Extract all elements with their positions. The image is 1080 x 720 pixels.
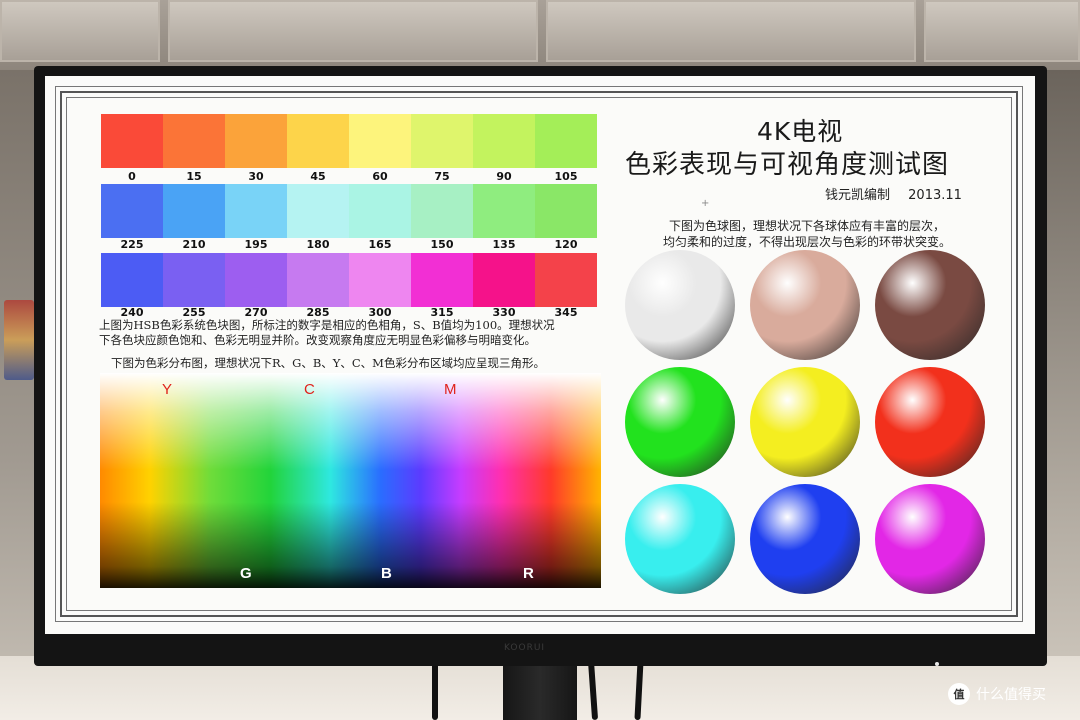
power-led — [935, 662, 939, 666]
skin-sphere — [750, 250, 860, 360]
distribution-label-b: B — [381, 565, 392, 582]
hue-swatch — [473, 184, 535, 238]
hue-angle-label: 90 — [496, 170, 512, 183]
distribution-description: 下图为色彩分布图，理想状况下R、G、B、Y、C、M色彩分布区域均应呈现三角形。 — [111, 356, 545, 370]
cyan-sphere — [625, 484, 735, 594]
chart-title-line2: 色彩表现与可视角度测试图 — [625, 150, 950, 180]
author-name: 钱元凯编制 — [825, 188, 891, 203]
hue-swatch — [163, 253, 225, 307]
distribution-label-r: R — [523, 565, 534, 582]
hue-swatch — [287, 253, 349, 307]
hue-swatch — [225, 114, 287, 168]
hue-swatch — [101, 184, 163, 238]
hue-swatch — [535, 114, 597, 168]
background-cabinet — [924, 0, 1080, 62]
hue-angle-label: 165 — [368, 238, 392, 251]
monitor: 0 15 30 45 60 75 90 105 225 210 195 180 165 150 135 12… — [34, 66, 1047, 666]
chart-date: 2013.11 — [908, 188, 962, 203]
hue-angle-label: 105 — [554, 170, 578, 183]
monitor-brand: KOORUI — [504, 643, 546, 653]
hue-angle-label: 15 — [186, 170, 202, 183]
white-sphere — [625, 250, 735, 360]
hue-swatch — [349, 114, 411, 168]
hue-angle-label: 180 — [306, 238, 330, 251]
hue-row-1 — [101, 114, 597, 168]
chart-title-line1: 4K电视 — [757, 117, 844, 146]
hue-swatch — [287, 184, 349, 238]
yellow-sphere — [750, 367, 860, 477]
distribution-label-g: G — [240, 565, 252, 582]
background-wall — [0, 0, 1080, 70]
hue-row-2 — [101, 184, 597, 238]
background-cabinet — [0, 0, 160, 62]
hue-swatch — [163, 114, 225, 168]
author-line: 钱元凯编制 2013.11 — [825, 184, 962, 203]
hue-swatch — [473, 114, 535, 168]
hue-angle-label: 75 — [434, 170, 450, 183]
green-sphere — [625, 367, 735, 477]
hue-angle-label: 195 — [244, 238, 268, 251]
background-toy — [4, 300, 34, 380]
hue-swatch — [411, 253, 473, 307]
monitor-cable — [432, 660, 438, 720]
background-cabinet — [168, 0, 538, 62]
magenta-sphere — [875, 484, 985, 594]
hue-angle-label: 135 — [492, 238, 516, 251]
red-sphere — [875, 367, 985, 477]
hue-swatch — [535, 253, 597, 307]
hue-angle-label: 45 — [310, 170, 326, 183]
hue-swatch — [411, 114, 473, 168]
hue-labels-1: 0 15 30 45 60 75 90 105 — [101, 170, 597, 183]
hue-swatch — [473, 253, 535, 307]
hsb-description-line2: 下各色块应颜色饱和、色彩无明显并阶。改变观察角度应无明显色彩偏移与明暗变化。 — [99, 333, 536, 347]
hue-swatch — [163, 184, 225, 238]
sphere-description-line1: 下图为色球图，理想状况下各球体应有丰富的层次， — [668, 219, 945, 233]
sphere-description-line2: 均匀柔和的过度，不得出现层次与色彩的环带状突变。 — [662, 235, 951, 249]
hue-swatch — [225, 184, 287, 238]
hue-angle-label: 30 — [248, 170, 264, 183]
hue-angle-label: 120 — [554, 238, 578, 251]
background-cabinet — [546, 0, 916, 62]
color-distribution-chart: Y C M G B R — [100, 373, 601, 588]
distribution-label-m: M — [444, 381, 457, 398]
watermark-logo-icon: 值 — [948, 683, 970, 705]
hue-labels-2: 225 210 195 180 165 150 135 120 — [101, 238, 597, 251]
hue-swatch — [225, 253, 287, 307]
hue-swatch — [411, 184, 473, 238]
hue-angle-label: 60 — [372, 170, 388, 183]
test-chart-screen: 0 15 30 45 60 75 90 105 225 210 195 180 165 150 135 12… — [45, 76, 1035, 634]
hue-angle-label: 150 — [430, 238, 454, 251]
hsb-description-line1: 上图为HSB色彩系统色块图，所标注的数字是相应的色相角，S、B值均为100。理想… — [99, 318, 555, 332]
background-left — [0, 70, 36, 720]
distribution-label-y: Y — [162, 381, 173, 398]
hue-swatch — [101, 253, 163, 307]
background-right — [1046, 70, 1080, 720]
crosshair-icon: + — [701, 198, 710, 209]
hue-swatch — [101, 114, 163, 168]
hue-angle-label: 210 — [182, 238, 206, 251]
monitor-stand — [503, 660, 577, 720]
blue-sphere — [750, 484, 860, 594]
watermark: 值 什么值得买 — [948, 683, 1046, 705]
hue-angle-label: 0 — [128, 170, 136, 183]
distribution-label-c: C — [304, 381, 315, 398]
hue-swatch — [287, 114, 349, 168]
brown-sphere — [875, 250, 985, 360]
hue-angle-label: 225 — [120, 238, 144, 251]
watermark-text: 什么值得买 — [976, 687, 1046, 703]
hue-row-3 — [101, 253, 597, 307]
sphere-description: 下图为色球图，理想状况下各球体应有丰富的层次， 均匀柔和的过度，不得出现层次与色… — [647, 218, 967, 250]
hue-swatch — [349, 184, 411, 238]
hue-swatch — [349, 253, 411, 307]
hue-swatch — [535, 184, 597, 238]
